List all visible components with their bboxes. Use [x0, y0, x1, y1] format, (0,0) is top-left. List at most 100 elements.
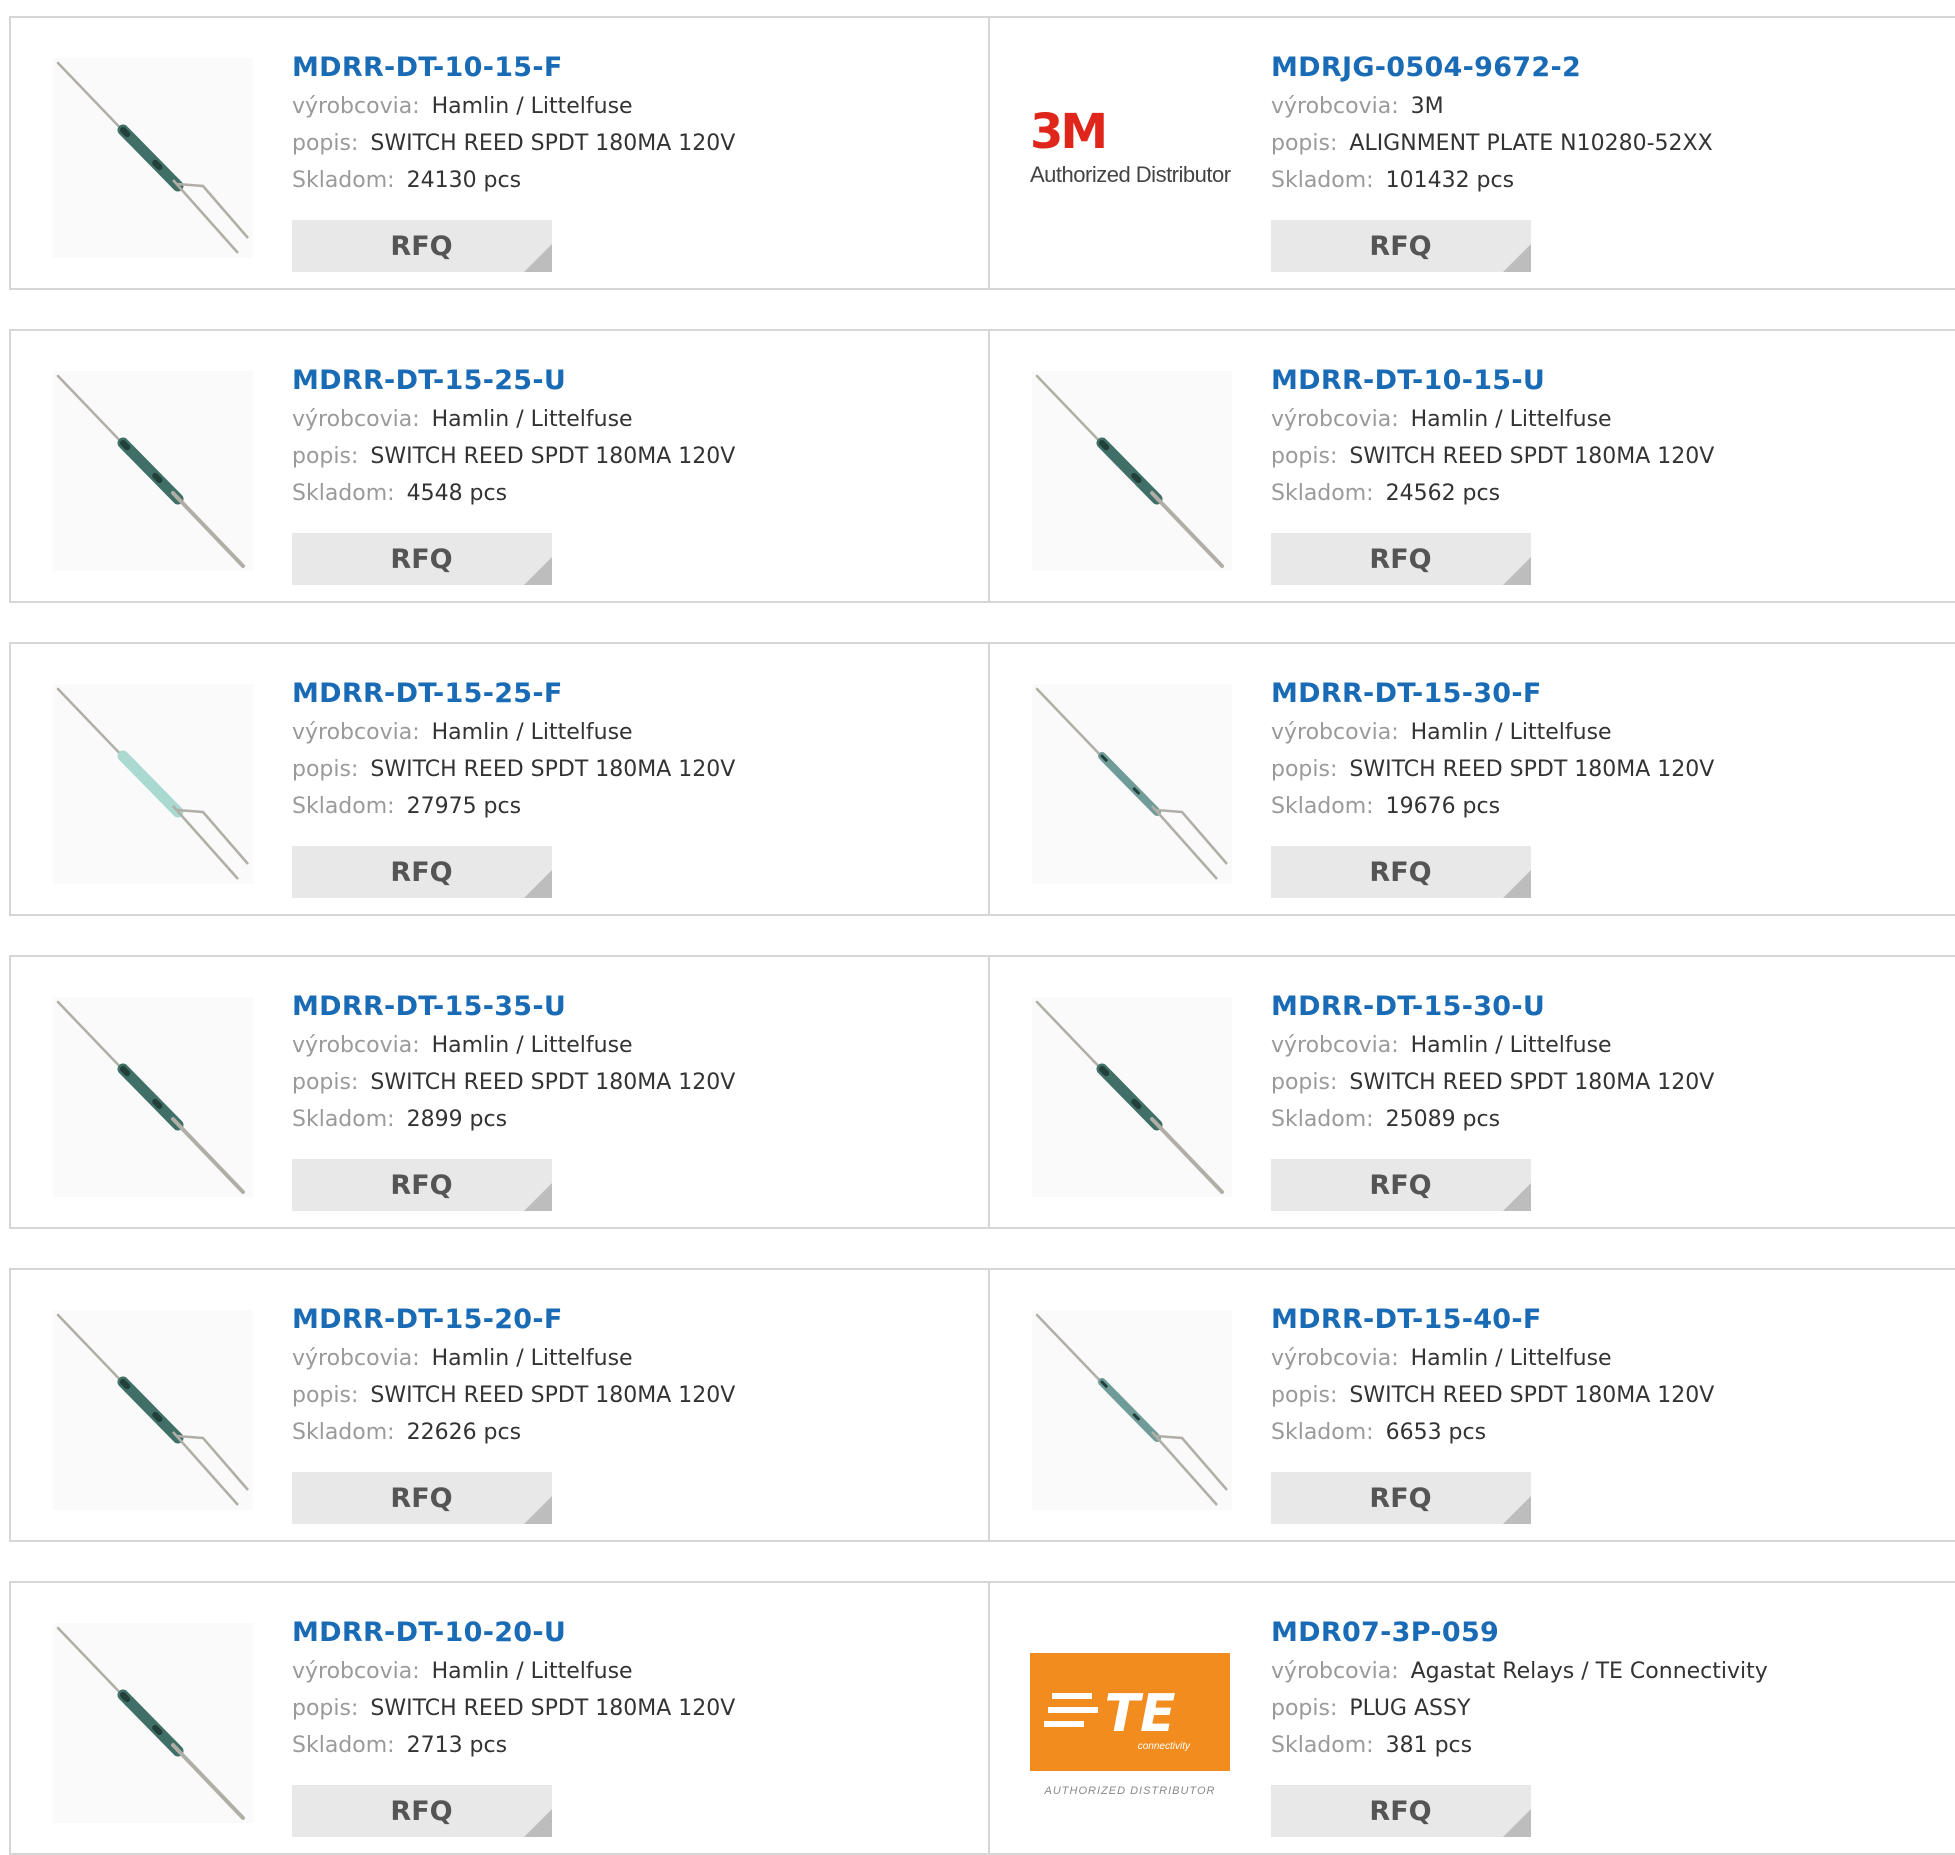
- stock-label: Skladom:: [1271, 1420, 1374, 1445]
- description-value: SWITCH REED SPDT 180MA 120V: [370, 444, 736, 469]
- product-image[interactable]: [53, 58, 253, 258]
- product-image[interactable]: [1032, 371, 1232, 571]
- manufacturer-line: výrobcovia: Hamlin / Littelfuse: [1271, 714, 1714, 751]
- rfq-button-label: RFQ: [390, 1795, 453, 1827]
- manufacturer-value: Hamlin / Littelfuse: [1410, 407, 1612, 432]
- product-info: MDRR-DT-10-15-F výrobcovia: Hamlin / Litte…: [292, 48, 735, 199]
- part-number-link[interactable]: MDRR-DT-15-35-U: [292, 987, 735, 1027]
- stock-value: 4548 pcs: [406, 481, 508, 506]
- product-info: MDR07-3P-059 výrobcovia: Agastat Relays / …: [1271, 1613, 1768, 1764]
- manufacturer-line: výrobcovia: Hamlin / Littelfuse: [1271, 1027, 1714, 1064]
- rfq-button[interactable]: RFQ: [292, 1159, 552, 1211]
- manufacturer-label: výrobcovia:: [292, 407, 420, 432]
- product-image[interactable]: [53, 1310, 253, 1510]
- rfq-corner-decoration: [1503, 557, 1531, 585]
- 3m-logo-subtitle: Authorized Distributor: [1030, 162, 1231, 187]
- stock-value: 25089 pcs: [1385, 1107, 1501, 1132]
- product-info: MDRR-DT-15-30-F výrobcovia: Hamlin / Litte…: [1271, 674, 1714, 825]
- part-number-link[interactable]: MDRR-DT-10-15-F: [292, 48, 735, 88]
- product-card: MDRR-DT-15-40-F výrobcovia: Hamlin / Litte…: [988, 1270, 1955, 1540]
- manufacturer-label: výrobcovia:: [1271, 1659, 1399, 1684]
- stock-line: Skladom: 22626 pcs: [292, 1414, 735, 1451]
- stock-line: Skladom: 2713 pcs: [292, 1727, 735, 1764]
- te-logo: TE connectivity AUTHORIZED DISTRIBUTOR: [1030, 1653, 1235, 1797]
- 3m-logo-mark: 3M: [1030, 104, 1108, 160]
- stock-value: 381 pcs: [1385, 1733, 1473, 1758]
- stock-value: 101432 pcs: [1385, 168, 1515, 193]
- manufacturer-value: Hamlin / Littelfuse: [431, 94, 633, 119]
- product-card: MDRR-DT-15-20-F výrobcovia: Hamlin / Litte…: [11, 1270, 988, 1540]
- rfq-button[interactable]: RFQ: [292, 220, 552, 272]
- product-image[interactable]: [1032, 1310, 1232, 1510]
- product-card: MDRR-DT-15-35-U výrobcovia: Hamlin / Litte…: [11, 957, 988, 1227]
- manufacturer-label: výrobcovia:: [292, 720, 420, 745]
- stock-label: Skladom:: [292, 794, 395, 819]
- part-number-link[interactable]: MDRJG-0504-9672-2: [1271, 48, 1713, 88]
- part-number-link[interactable]: MDRR-DT-15-25-F: [292, 674, 735, 714]
- product-image[interactable]: [53, 684, 253, 884]
- manufacturer-label: výrobcovia:: [292, 94, 420, 119]
- stock-line: Skladom: 27975 pcs: [292, 788, 735, 825]
- description-line: popis: SWITCH REED SPDT 180MA 120V: [1271, 1064, 1714, 1101]
- stock-line: Skladom: 2899 pcs: [292, 1101, 735, 1138]
- rfq-button-label: RFQ: [1369, 230, 1432, 262]
- rfq-button[interactable]: RFQ: [292, 846, 552, 898]
- description-line: popis: SWITCH REED SPDT 180MA 120V: [1271, 1377, 1714, 1414]
- product-info: MDRR-DT-15-25-U výrobcovia: Hamlin / Litte…: [292, 361, 735, 512]
- manufacturer-value: Hamlin / Littelfuse: [431, 1346, 633, 1371]
- manufacturer-line: výrobcovia: Hamlin / Littelfuse: [1271, 1340, 1714, 1377]
- product-image[interactable]: [53, 1623, 253, 1823]
- manufacturer-line: výrobcovia: Hamlin / Littelfuse: [292, 88, 735, 125]
- part-number-link[interactable]: MDRR-DT-15-25-U: [292, 361, 735, 401]
- manufacturer-label: výrobcovia:: [292, 1033, 420, 1058]
- te-logo-subtitle: AUTHORIZED DISTRIBUTOR: [1044, 1785, 1216, 1797]
- manufacturer-value: Hamlin / Littelfuse: [431, 720, 633, 745]
- product-card: MDRR-DT-10-20-U výrobcovia: Hamlin / Litte…: [11, 1583, 988, 1853]
- product-image[interactable]: [53, 997, 253, 1197]
- stock-line: Skladom: 24562 pcs: [1271, 475, 1714, 512]
- manufacturer-label: výrobcovia:: [1271, 407, 1399, 432]
- part-number-link[interactable]: MDRR-DT-15-30-F: [1271, 674, 1714, 714]
- manufacturer-label: výrobcovia:: [1271, 1033, 1399, 1058]
- rfq-corner-decoration: [1503, 1809, 1531, 1837]
- part-number-link[interactable]: MDRR-DT-15-30-U: [1271, 987, 1714, 1027]
- rfq-corner-decoration: [524, 244, 552, 272]
- product-card: MDRR-DT-10-15-F výrobcovia: Hamlin / Litte…: [11, 18, 988, 288]
- manufacturer-line: výrobcovia: Hamlin / Littelfuse: [292, 401, 735, 438]
- rfq-corner-decoration: [524, 1183, 552, 1211]
- part-number-link[interactable]: MDRR-DT-10-20-U: [292, 1613, 735, 1653]
- description-line: popis: SWITCH REED SPDT 180MA 120V: [1271, 438, 1714, 475]
- rfq-button[interactable]: RFQ: [292, 533, 552, 585]
- product-row: MDRR-DT-15-35-U výrobcovia: Hamlin / Litte…: [9, 955, 1955, 1229]
- rfq-button[interactable]: RFQ: [1271, 846, 1531, 898]
- svg-text:TE: TE: [1105, 1684, 1176, 1744]
- stock-line: Skladom: 19676 pcs: [1271, 788, 1714, 825]
- rfq-corner-decoration: [1503, 870, 1531, 898]
- rfq-button[interactable]: RFQ: [1271, 220, 1531, 272]
- rfq-button[interactable]: RFQ: [292, 1472, 552, 1524]
- part-number-link[interactable]: MDRR-DT-10-15-U: [1271, 361, 1714, 401]
- stock-value: 19676 pcs: [1385, 794, 1501, 819]
- rfq-button-label: RFQ: [1369, 1169, 1432, 1201]
- rfq-button[interactable]: RFQ: [1271, 1785, 1531, 1837]
- product-image[interactable]: [1032, 997, 1232, 1197]
- description-value: PLUG ASSY: [1349, 1696, 1471, 1721]
- manufacturer-value: Hamlin / Littelfuse: [431, 1659, 633, 1684]
- part-number-link[interactable]: MDR07-3P-059: [1271, 1613, 1768, 1653]
- product-image[interactable]: [1032, 684, 1232, 884]
- stock-label: Skladom:: [1271, 168, 1374, 193]
- description-label: popis:: [1271, 757, 1338, 782]
- description-value: ALIGNMENT PLATE N10280-52XX: [1349, 131, 1713, 156]
- product-image[interactable]: [53, 371, 253, 571]
- rfq-button[interactable]: RFQ: [1271, 1159, 1531, 1211]
- rfq-button[interactable]: RFQ: [1271, 1472, 1531, 1524]
- description-label: popis:: [1271, 1070, 1338, 1095]
- manufacturer-label: výrobcovia:: [1271, 1346, 1399, 1371]
- manufacturer-value: Agastat Relays / TE Connectivity: [1410, 1659, 1768, 1684]
- rfq-button[interactable]: RFQ: [1271, 533, 1531, 585]
- part-number-link[interactable]: MDRR-DT-15-20-F: [292, 1300, 735, 1340]
- part-number-link[interactable]: MDRR-DT-15-40-F: [1271, 1300, 1714, 1340]
- manufacturer-value: Hamlin / Littelfuse: [1410, 1033, 1612, 1058]
- stock-value: 2899 pcs: [406, 1107, 508, 1132]
- rfq-button[interactable]: RFQ: [292, 1785, 552, 1837]
